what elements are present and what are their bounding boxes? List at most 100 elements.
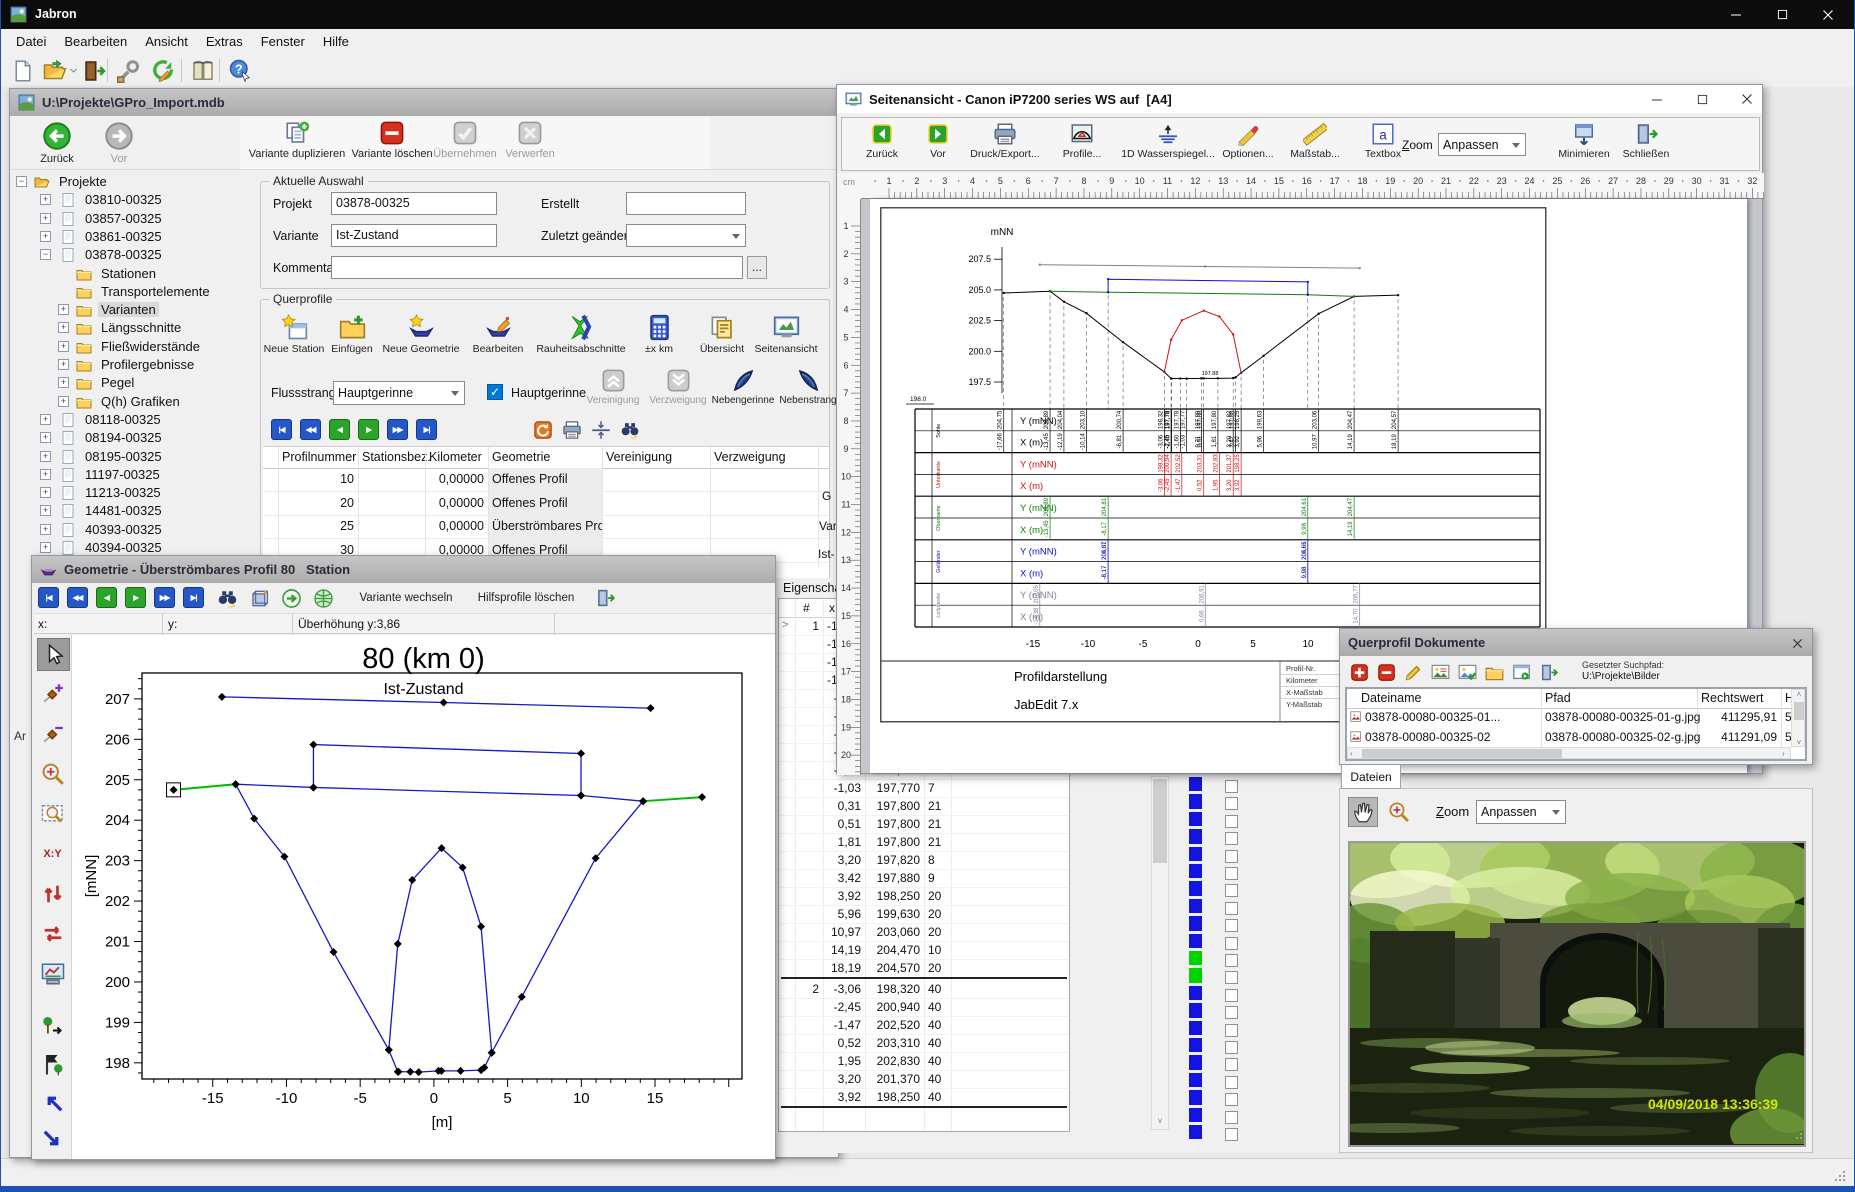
resize-grip[interactable] [1835, 1171, 1847, 1183]
nav-minus-button[interactable] [445, 419, 466, 440]
row-checkbox[interactable] [1225, 1128, 1238, 1141]
close-button[interactable] [1805, 0, 1851, 29]
tree-item-03857-00325[interactable]: +03857-00325 [12, 210, 252, 228]
qd-hscroll-thumb[interactable] [1362, 749, 1562, 758]
nav-last-button[interactable]: ▶| [416, 419, 437, 440]
nav-next-button[interactable]: ▶ [125, 587, 146, 608]
row-checkbox[interactable] [1225, 1110, 1238, 1124]
pan-hand-button[interactable] [1348, 797, 1378, 827]
kommentar-more-button[interactable]: ... [747, 256, 767, 279]
side-tool-zoom_region-button[interactable] [37, 798, 68, 829]
tree-expander[interactable]: + [58, 377, 69, 389]
tree-expander[interactable]: + [58, 395, 69, 407]
side-tool-flag_tree-button[interactable] [37, 1048, 68, 1079]
eig-row[interactable]: 1,81 197,800 21 [779, 833, 1069, 852]
side-tool-tree_arrow-button[interactable] [37, 1010, 68, 1041]
eig-row[interactable]: 3,92 198,250 20 [779, 887, 1069, 906]
projekt-field[interactable]: 03878-00325 [331, 192, 497, 215]
row-checkbox[interactable] [1225, 1075, 1238, 1089]
menu-item-extras[interactable]: Extras [197, 31, 252, 52]
nav-first-button[interactable]: |◀ [271, 419, 292, 440]
side-tool-xy_text-button[interactable]: X:Y [37, 838, 68, 869]
eig-scroll-down[interactable]: ˅ [1152, 1113, 1168, 1129]
qd-tool-red_minus_btn-button[interactable] [1375, 661, 1397, 683]
erstellt-field[interactable] [626, 192, 746, 215]
kommentar-field[interactable] [331, 256, 743, 279]
geo-tool-binoc-button[interactable] [216, 587, 238, 609]
eig-row[interactable]: 3,20 201,370 40 [779, 1070, 1069, 1089]
nav-next2-button[interactable]: ▶▶ [387, 419, 408, 440]
nav-next2-button[interactable]: ▶▶ [154, 587, 175, 608]
row-checkbox[interactable] [1225, 780, 1238, 793]
zuletzt-geaendert-combo[interactable] [626, 224, 746, 247]
flussstrang-combo[interactable]: Hauptgerinne [333, 381, 465, 405]
variante-field[interactable]: Ist-Zustand [331, 224, 497, 247]
qd-row[interactable]: 03878-00080-00325-01... 03878-00080-00325… [1347, 708, 1792, 728]
row-checkbox[interactable] [1225, 1041, 1238, 1054]
open-dropdown-chevron[interactable] [69, 66, 78, 75]
menu-item-hilfe[interactable]: Hilfe [314, 31, 358, 52]
sa-close-button[interactable] [1727, 85, 1767, 113]
context-help-button[interactable]: ? [227, 57, 254, 84]
tree-item-08194-00325[interactable]: +08194-00325 [12, 429, 252, 447]
side-tool-arr_se_blue-button[interactable] [37, 1124, 68, 1155]
tree-item-transportelemente[interactable]: Transportelemente [12, 283, 252, 301]
green-edit-button[interactable] [149, 57, 176, 84]
qd-tool-pic_ok-button[interactable] [1456, 661, 1478, 683]
eig-row[interactable]: -1,47 202,520 40 [779, 1016, 1069, 1035]
tree-item-11197-00325[interactable]: +11197-00325 [12, 466, 252, 484]
row-checkbox[interactable] [1225, 919, 1238, 933]
qp-tool-3[interactable]: Bearbeiten [451, 314, 545, 355]
qp-table-row[interactable]: 20 0,00000 Offenes Profil [263, 491, 829, 516]
tree-expander[interactable]: + [40, 194, 51, 206]
side-tool-diamond_plus-button[interactable] [37, 678, 68, 709]
tree-item-11213-00325[interactable]: +11213-00325 [12, 484, 252, 502]
variant-action-0[interactable]: Variante duplizieren [245, 120, 349, 160]
maximize-button[interactable] [1759, 0, 1805, 29]
qd-tool-win_play-button[interactable] [1510, 661, 1532, 683]
eig-row[interactable]: -2,45 200,940 40 [779, 998, 1069, 1017]
sa-tool-3[interactable]: Profile... [1034, 122, 1130, 160]
qp-table-row[interactable]: 10 0,00000 Offenes Profil [263, 468, 829, 492]
nav-prev-button[interactable]: ◀ [329, 419, 350, 440]
qd-tool-folder_y-button[interactable] [1483, 661, 1505, 683]
side-tool-arrows_lr_red-button[interactable] [37, 918, 68, 949]
side-tool-zoom_plus-button[interactable] [37, 758, 68, 789]
tab-dateien[interactable]: Dateien [1341, 765, 1401, 789]
pan-zoom-button[interactable] [1386, 799, 1412, 825]
tree-expander[interactable]: + [40, 212, 51, 224]
eig-row[interactable]: 0,51 197,800 21 [779, 815, 1069, 834]
eig-row[interactable]: 1,95 202,830 40 [779, 1052, 1069, 1071]
sa-zoom-combo[interactable]: Anpassen [1438, 133, 1526, 156]
tree-expander[interactable]: + [40, 450, 51, 462]
eig-row[interactable]: 5,96 199,630 20 [779, 905, 1069, 924]
row-checkbox[interactable] [1225, 901, 1238, 915]
qd-tool-pencil-button[interactable] [1402, 661, 1424, 683]
side-tool-arr_nw_blue-button[interactable] [37, 1086, 68, 1117]
sa-minimize-button[interactable] [1637, 85, 1677, 113]
eig-row[interactable]: 18,19 204,570 20 [779, 959, 1069, 978]
geo-close-door-button[interactable] [594, 587, 616, 609]
row-checkbox[interactable] [1225, 867, 1238, 880]
qd-tool-red_plus_btn-button[interactable] [1348, 661, 1370, 683]
hauptgerinne-checkbox[interactable]: ✓ [487, 384, 503, 400]
nav-cross-button[interactable] [503, 419, 524, 440]
row-checkbox[interactable] [1225, 988, 1238, 1002]
tree-item-flie-widerst-nde[interactable]: + Fließwiderstände [12, 338, 252, 356]
new-file-button[interactable] [9, 57, 36, 84]
eig-row[interactable]: 3,92 198,250 40 [779, 1088, 1069, 1107]
geo-tool-box3d-button[interactable] [248, 587, 270, 609]
nav-next-button[interactable]: ▶ [358, 419, 379, 440]
row-checkbox[interactable] [1225, 936, 1238, 950]
tree-expander[interactable]: + [40, 523, 51, 535]
sa-maximize-button[interactable] [1682, 85, 1722, 113]
qd-close-button[interactable] [1788, 634, 1806, 652]
side-tool-monitor_chart-button[interactable] [37, 958, 68, 989]
row-checkbox[interactable] [1225, 884, 1238, 898]
tree-item-14481-00325[interactable]: +14481-00325 [12, 502, 252, 520]
menu-item-datei[interactable]: Datei [7, 31, 55, 52]
photo-viewer[interactable]: 04/09/2018 13:36:39 [1348, 841, 1806, 1147]
nav-prev2-button[interactable]: ◀◀ [67, 587, 88, 608]
qp-table-row[interactable]: 25 0,00000 Überströmbares Pro [263, 515, 829, 539]
dateien-grip[interactable] [1792, 1129, 1804, 1141]
